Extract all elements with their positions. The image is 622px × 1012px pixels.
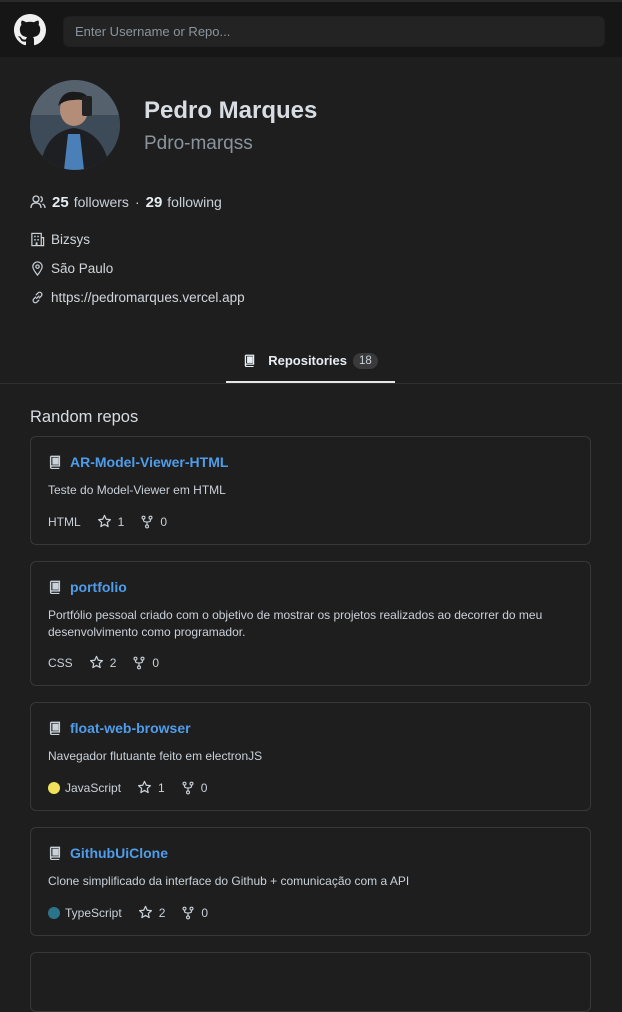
company-label: Bizsys (51, 232, 91, 247)
repo-description: Teste do Model-Viewer em HTML (48, 483, 226, 497)
repo-meta: JavaScript 1 0 (48, 780, 207, 795)
repo-name-link[interactable]: portfolio (70, 579, 127, 595)
repo-meta: CSS 2 0 (48, 655, 159, 670)
repo-meta: HTML 1 0 (48, 514, 167, 529)
star-count: 2 (158, 905, 166, 920)
tabs-divider (0, 383, 622, 384)
location-row: São Paulo (30, 261, 113, 276)
repo-name-link[interactable]: float-web-browser (70, 720, 191, 736)
repo-card[interactable] (30, 952, 591, 1012)
repo-card[interactable]: GithubUiClone Clone simplificado da inte… (30, 827, 591, 936)
separator: · (134, 194, 140, 210)
repo-forks: 0 (181, 906, 208, 920)
organization-icon (31, 232, 45, 247)
repo-meta: TypeScript 2 0 (48, 905, 208, 920)
repo-card[interactable]: float-web-browser Navegador flutuante fe… (30, 702, 591, 811)
fork-count: 0 (201, 905, 209, 920)
repo-header: float-web-browser (48, 720, 191, 736)
location-pin-icon (32, 261, 43, 276)
fork-icon (182, 781, 194, 794)
repo-forks: 0 (140, 515, 167, 529)
tab-repositories[interactable]: Repositories 18 (226, 340, 395, 383)
star-icon (89, 655, 103, 669)
star-icon (138, 905, 152, 919)
repo-forks: 0 (181, 780, 208, 795)
github-logo-icon[interactable] (14, 14, 46, 46)
language-color-dot (48, 781, 60, 794)
repo-language: CSS (48, 655, 73, 670)
link-icon (32, 291, 43, 304)
profile-login: Pdro-marqss (144, 133, 253, 154)
repo-forks: 0 (132, 656, 159, 670)
follow-stats: 25 followers · 29 following (30, 192, 222, 212)
repo-count-badge: 18 (352, 352, 378, 369)
tab-label: Repositories (268, 353, 347, 368)
repo-stars: 1 (97, 514, 125, 529)
repo-description: Clone simplificado da interface do Githu… (48, 874, 410, 888)
fork-icon (182, 906, 194, 919)
fork-count: 0 (152, 655, 160, 670)
repo-stars: 1 (137, 780, 165, 795)
following-count[interactable]: 29 (146, 194, 163, 211)
star-icon (138, 780, 152, 794)
repo-description: Portfólio pessoal criado com o objetivo … (48, 608, 543, 639)
repo-name-link[interactable]: GithubUiClone (70, 845, 168, 861)
repo-header: AR-Model-Viewer-HTML (48, 454, 228, 470)
fork-icon (133, 656, 145, 669)
repo-book-icon (49, 846, 61, 860)
repo-description: Navegador flutuante feito em electronJS (48, 749, 263, 763)
star-count: 1 (158, 780, 165, 795)
avatar (30, 80, 120, 170)
repo-language: JavaScript (65, 780, 122, 795)
fork-icon (141, 515, 153, 528)
fork-count: 0 (160, 514, 168, 529)
repo-header: GithubUiClone (48, 845, 168, 861)
repo-card[interactable]: AR-Model-Viewer-HTML Teste do Model-View… (30, 436, 591, 545)
blog-link[interactable]: https://pedromarques.vercel.app (51, 290, 245, 305)
star-count: 2 (109, 655, 117, 670)
section-title: Random repos (30, 408, 139, 426)
search-input[interactable] (63, 16, 605, 47)
language-color-dot (48, 906, 60, 919)
repo-book-icon (49, 455, 61, 469)
repo-name-link[interactable]: AR-Model-Viewer-HTML (70, 454, 228, 470)
repo-header: portfolio (48, 579, 127, 595)
followers-label[interactable]: followers (74, 194, 129, 210)
repo-language: TypeScript (65, 905, 122, 920)
repo-stars: 2 (138, 905, 166, 920)
top-bar (0, 0, 622, 57)
repo-card[interactable]: portfolio Portfólio pessoal criado com o… (30, 561, 591, 686)
repo-book-icon (49, 580, 61, 594)
star-icon (97, 514, 111, 528)
people-icon (30, 195, 46, 209)
star-count: 1 (117, 514, 125, 529)
location-label: São Paulo (51, 261, 114, 276)
followers-count[interactable]: 25 (52, 194, 69, 211)
repo-stars: 2 (89, 655, 117, 670)
repo-book-icon (245, 354, 255, 367)
blog-row[interactable]: https://pedromarques.vercel.app (30, 290, 245, 305)
repo-book-icon (49, 721, 61, 735)
profile-name: Pedro Marques (144, 97, 318, 124)
company-row: Bizsys (30, 232, 90, 247)
profile-section: Pedro Marques Pdro-marqss 25 followers ·… (0, 57, 622, 384)
repo-language: HTML (48, 514, 81, 529)
fork-count: 0 (200, 780, 208, 795)
following-label[interactable]: following (167, 194, 221, 210)
